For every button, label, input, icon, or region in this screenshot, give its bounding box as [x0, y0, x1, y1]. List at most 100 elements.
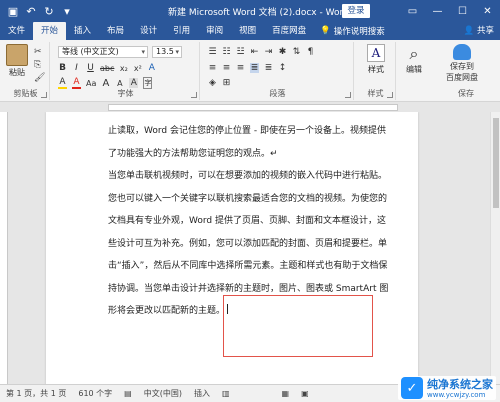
- paste-button[interactable]: 粘贴: [6, 44, 28, 78]
- decrease-indent-icon[interactable]: ⇤: [250, 47, 259, 57]
- copy-icon[interactable]: ⎘: [34, 59, 45, 72]
- print-layout-icon[interactable]: ▣: [295, 389, 315, 398]
- window-title: 新建 Microsoft Word 文档 (2).docx - Word: [168, 8, 349, 18]
- horizontal-ruler[interactable]: [0, 103, 500, 112]
- borders-icon[interactable]: ⊞: [222, 78, 231, 88]
- cut-icon[interactable]: ✂: [34, 46, 45, 59]
- increase-indent-icon[interactable]: ⇥: [264, 47, 273, 57]
- multilevel-list-icon[interactable]: ☳: [236, 47, 245, 57]
- tell-me-box[interactable]: 💡 操作说明搜索: [314, 22, 385, 40]
- tab-file[interactable]: 文件: [0, 22, 33, 40]
- text-line: 您也可以键入一个关键字以联机搜索最适合您的文档的视频。为使您的: [108, 193, 388, 204]
- close-icon[interactable]: ✕: [475, 0, 500, 22]
- vertical-scrollbar[interactable]: [490, 112, 500, 384]
- cloud-upload-icon: [453, 44, 471, 60]
- justify-icon[interactable]: ≣: [250, 63, 259, 73]
- format-painter-icon[interactable]: 🖌: [34, 72, 45, 85]
- scrollbar-thumb[interactable]: [493, 118, 499, 208]
- font-group-label: 字体: [117, 89, 134, 98]
- text-line: 止读取，Word 会记住您的停止位置 - 即使在另一个设备上。视频提供: [108, 126, 386, 136]
- customize-icon[interactable]: ▾: [60, 4, 74, 18]
- highlight-box: [223, 295, 373, 357]
- chinese-layout-icon[interactable]: ✱: [278, 47, 287, 57]
- text-line: 了功能强大的方法帮助您证明您的观点。↵: [108, 148, 278, 159]
- tell-me-label: 操作说明搜索: [333, 27, 385, 37]
- align-center-icon[interactable]: ≡: [222, 63, 231, 73]
- italic-button[interactable]: I: [72, 63, 81, 73]
- tab-view[interactable]: 视图: [231, 22, 264, 40]
- tab-baidu[interactable]: 百度网盘: [264, 22, 314, 40]
- share-label: 共享: [476, 26, 494, 36]
- tab-design[interactable]: 设计: [132, 22, 165, 40]
- change-case-button[interactable]: Aa: [86, 79, 96, 88]
- bullets-icon[interactable]: ☰: [208, 47, 217, 57]
- document-body[interactable]: 止读取，Word 会记住您的停止位置 - 即使在另一个设备上。视频提供 了功能强…: [108, 120, 392, 323]
- find-icon: ⌕: [409, 44, 419, 63]
- redo-icon[interactable]: ↻: [42, 4, 56, 18]
- save-icon[interactable]: ▣: [6, 4, 20, 18]
- tab-insert[interactable]: 插入: [66, 22, 99, 40]
- watermark-url: www.ycwjzy.com: [427, 390, 486, 399]
- char-shading-button[interactable]: A: [129, 78, 139, 88]
- ribbon-home: 粘贴 ✂ ⎘ 🖌 剪贴板 等线 (中文正文) 13.5 B I U abc x₂…: [0, 40, 500, 102]
- macro-icon[interactable]: ▥: [216, 389, 236, 398]
- group-clipboard: 粘贴 ✂ ⎘ 🖌 剪贴板: [2, 42, 50, 100]
- text-line: 文档具有专业外观，Word 提供了页眉、页脚、封面和文本框设计，这: [108, 216, 386, 226]
- minimize-icon[interactable]: —: [425, 0, 450, 22]
- maximize-icon[interactable]: ☐: [450, 0, 475, 22]
- watermark: ✓ 纯净系统之家 www.ycwjzy.com: [398, 376, 496, 400]
- tab-home[interactable]: 开始: [33, 22, 67, 40]
- tab-references[interactable]: 引用: [165, 22, 198, 40]
- vertical-ruler[interactable]: [0, 112, 8, 384]
- tab-review[interactable]: 审阅: [198, 22, 231, 40]
- text-effects-button[interactable]: A: [147, 63, 156, 73]
- sort-icon[interactable]: ⇅: [292, 47, 301, 57]
- align-right-icon[interactable]: ≡: [236, 63, 245, 73]
- undo-icon[interactable]: ↶: [24, 4, 38, 18]
- tab-layout[interactable]: 布局: [99, 22, 132, 40]
- strikethrough-button[interactable]: abc: [100, 64, 114, 73]
- font-name-select[interactable]: 等线 (中文正文): [58, 46, 148, 58]
- language-status[interactable]: 中文(中国): [138, 388, 188, 399]
- proofing-icon[interactable]: ▤: [118, 389, 138, 398]
- share-button[interactable]: 👤 共享: [464, 22, 494, 40]
- group-paragraph: ☰ ☷ ☳ ⇤ ⇥ ✱ ⇅ ¶ ≡ ≡ ≡ ≣ ≣ ↕ ◈ ⊞ 段落: [202, 42, 354, 100]
- ruler-scale: [108, 104, 398, 111]
- document-page[interactable]: 止读取，Word 会记住您的停止位置 - 即使在另一个设备上。视频提供 了功能强…: [46, 112, 418, 384]
- distributed-icon[interactable]: ≣: [264, 63, 273, 73]
- ribbon-display-icon[interactable]: ▭: [400, 0, 425, 22]
- read-mode-icon[interactable]: ▦: [276, 389, 296, 398]
- shading-icon[interactable]: ◈: [208, 78, 217, 88]
- bold-button[interactable]: B: [58, 63, 67, 73]
- login-button[interactable]: 登录: [342, 4, 370, 18]
- font-size-select[interactable]: 13.5: [152, 46, 182, 58]
- word-count[interactable]: 610 个字: [72, 388, 118, 399]
- styles-icon: A: [367, 44, 385, 62]
- group-styles: A 样式 样式: [356, 42, 396, 100]
- align-left-icon[interactable]: ≡: [208, 63, 217, 73]
- font-launcher-icon[interactable]: [191, 92, 197, 98]
- text-line: 些设计可互为补充。例如，您可以添加匹配的封面、页眉和提要栏。单: [108, 238, 388, 249]
- show-marks-icon[interactable]: ¶: [306, 47, 315, 57]
- superscript-button[interactable]: x²: [133, 64, 142, 73]
- underline-button[interactable]: U: [86, 63, 95, 73]
- text-line: 当您单击联机视频时，可以在想要添加的视频的嵌入代码中进行粘贴。: [108, 171, 388, 181]
- window-controls: ▭ — ☐ ✕: [400, 0, 500, 22]
- title-bar: ▣ ↶ ↻ ▾ 新建 Microsoft Word 文档 (2).docx - …: [0, 0, 500, 22]
- styles-button[interactable]: A 样式: [356, 42, 396, 86]
- watermark-name: 纯净系统之家: [427, 377, 493, 391]
- editing-button[interactable]: ⌕ 编辑: [404, 44, 424, 75]
- numbering-icon[interactable]: ☷: [222, 47, 231, 57]
- line-spacing-icon[interactable]: ↕: [278, 63, 287, 73]
- shrink-font-button[interactable]: A: [115, 79, 124, 88]
- styles-launcher-icon[interactable]: [387, 92, 393, 98]
- insert-mode[interactable]: 插入: [188, 388, 216, 399]
- subscript-button[interactable]: x₂: [119, 64, 128, 73]
- document-canvas[interactable]: 止读取，Word 会记住您的停止位置 - 即使在另一个设备上。视频提供 了功能强…: [8, 112, 490, 384]
- page-count[interactable]: 第 1 页，共 1 页: [0, 388, 72, 399]
- clipboard-launcher-icon[interactable]: [41, 92, 47, 98]
- save-to-baidu-button[interactable]: 保存到 百度网盘: [446, 44, 478, 83]
- save-line2: 百度网盘: [446, 73, 478, 82]
- paragraph-launcher-icon[interactable]: [345, 92, 351, 98]
- grow-font-button[interactable]: A: [101, 78, 110, 89]
